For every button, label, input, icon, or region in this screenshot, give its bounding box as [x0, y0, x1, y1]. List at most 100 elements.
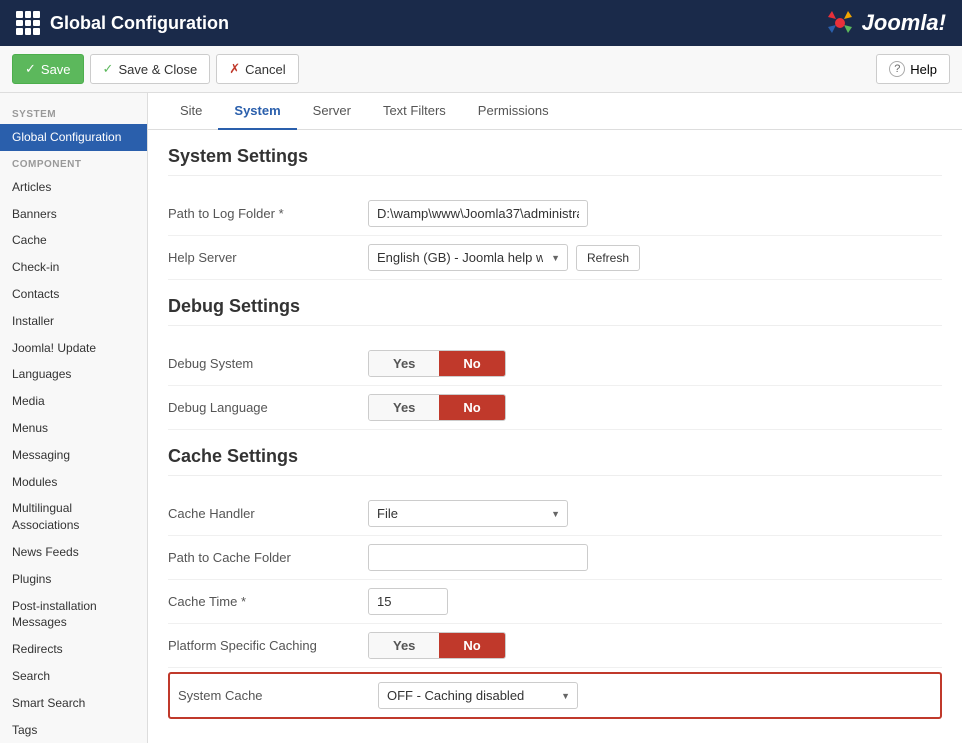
sidebar: SYSTEM Global Configuration COMPONENT Ar… — [0, 93, 148, 743]
help-server-select-wrap: English (GB) - Joomla help wiki — [368, 244, 568, 271]
joomla-text: Joomla! — [862, 10, 946, 36]
path-to-log-folder-label: Path to Log Folder * — [168, 206, 368, 221]
sidebar-item-news-feeds[interactable]: News Feeds — [0, 539, 147, 566]
help-icon: ? — [889, 61, 905, 77]
cache-handler-select-wrap: File — [368, 500, 568, 527]
sidebar-item-banners[interactable]: Banners — [0, 201, 147, 228]
platform-specific-no-btn[interactable]: No — [439, 633, 504, 658]
sidebar-item-modules[interactable]: Modules — [0, 469, 147, 496]
sidebar-item-installer[interactable]: Installer — [0, 308, 147, 335]
sidebar-item-search[interactable]: Search — [0, 663, 147, 690]
sidebar-item-post-installation-messages[interactable]: Post-installation Messages — [0, 593, 147, 637]
path-to-log-folder-row: Path to Log Folder * — [168, 192, 942, 236]
debug-system-yes-btn[interactable]: Yes — [369, 351, 439, 376]
platform-specific-wrap: Yes No — [368, 632, 942, 659]
debug-system-row: Debug System Yes No — [168, 342, 942, 386]
debug-system-toggle: Yes No — [368, 350, 506, 377]
sidebar-item-smart-search[interactable]: Smart Search — [0, 690, 147, 717]
sidebar-item-contacts[interactable]: Contacts — [0, 281, 147, 308]
sidebar-item-tags[interactable]: Tags — [0, 717, 147, 743]
sidebar-item-menus[interactable]: Menus — [0, 415, 147, 442]
debug-language-wrap: Yes No — [368, 394, 942, 421]
save-icon: ✓ — [25, 61, 36, 77]
component-section-label: COMPONENT — [0, 151, 147, 174]
sidebar-item-global-configuration[interactable]: Global Configuration — [0, 124, 147, 151]
cache-time-row: Cache Time * — [168, 580, 942, 624]
debug-system-label: Debug System — [168, 356, 368, 371]
system-cache-label: System Cache — [178, 688, 378, 703]
platform-specific-toggle: Yes No — [368, 632, 506, 659]
system-cache-wrap: OFF - Caching disabled — [378, 682, 932, 709]
refresh-button[interactable]: Refresh — [576, 245, 640, 271]
header-left: Global Configuration — [16, 11, 229, 35]
debug-language-no-btn[interactable]: No — [439, 395, 504, 420]
sidebar-item-redirects[interactable]: Redirects — [0, 636, 147, 663]
tab-server[interactable]: Server — [297, 93, 367, 130]
help-server-wrap: English (GB) - Joomla help wiki Refresh — [368, 244, 942, 271]
platform-specific-label: Platform Specific Caching — [168, 638, 368, 653]
debug-language-toggle: Yes No — [368, 394, 506, 421]
path-to-cache-folder-row: Path to Cache Folder — [168, 536, 942, 580]
debug-settings-heading: Debug Settings — [168, 296, 942, 326]
cache-handler-wrap: File — [368, 500, 942, 527]
cache-handler-row: Cache Handler File — [168, 492, 942, 536]
sidebar-item-media[interactable]: Media — [0, 388, 147, 415]
page-title: Global Configuration — [50, 13, 229, 34]
help-server-select[interactable]: English (GB) - Joomla help wiki — [368, 244, 568, 271]
content-area: Site System Server Text Filters Permissi… — [148, 93, 962, 743]
cache-time-wrap — [368, 588, 942, 615]
sidebar-item-plugins[interactable]: Plugins — [0, 566, 147, 593]
joomla-star-icon — [824, 7, 856, 39]
path-to-log-folder-input[interactable] — [368, 200, 588, 227]
save-close-label: Save & Close — [118, 62, 197, 77]
sidebar-item-messaging[interactable]: Messaging — [0, 442, 147, 469]
system-cache-select-wrap: OFF - Caching disabled — [378, 682, 578, 709]
checkmark-icon: ✓ — [103, 61, 114, 77]
sidebar-item-cache[interactable]: Cache — [0, 227, 147, 254]
sidebar-item-languages[interactable]: Languages — [0, 361, 147, 388]
joomla-logo: Joomla! — [824, 7, 946, 39]
path-to-cache-folder-input[interactable] — [368, 544, 588, 571]
save-label: Save — [41, 62, 71, 77]
help-button[interactable]: ? Help — [876, 54, 950, 84]
header: Global Configuration Joomla! — [0, 0, 962, 46]
cache-time-label: Cache Time * — [168, 594, 368, 609]
help-server-label: Help Server — [168, 250, 368, 265]
sidebar-item-multilingual-associations[interactable]: Multilingual Associations — [0, 495, 147, 539]
tab-text-filters[interactable]: Text Filters — [367, 93, 462, 130]
tab-bar: Site System Server Text Filters Permissi… — [148, 93, 962, 130]
debug-language-yes-btn[interactable]: Yes — [369, 395, 439, 420]
cancel-button[interactable]: ✗ Cancel — [216, 54, 298, 84]
tab-system[interactable]: System — [218, 93, 296, 130]
debug-language-label: Debug Language — [168, 400, 368, 415]
cache-handler-select[interactable]: File — [368, 500, 568, 527]
help-server-row: Help Server English (GB) - Joomla help w… — [168, 236, 942, 280]
debug-system-no-btn[interactable]: No — [439, 351, 504, 376]
cancel-label: Cancel — [245, 62, 285, 77]
path-to-cache-folder-label: Path to Cache Folder — [168, 550, 368, 565]
cache-time-input[interactable] — [368, 588, 448, 615]
save-close-button[interactable]: ✓ Save & Close — [90, 54, 211, 84]
debug-language-row: Debug Language Yes No — [168, 386, 942, 430]
tab-permissions[interactable]: Permissions — [462, 93, 565, 130]
cache-handler-label: Cache Handler — [168, 506, 368, 521]
main-layout: SYSTEM Global Configuration COMPONENT Ar… — [0, 93, 962, 743]
toolbar: ✓ Save ✓ Save & Close ✗ Cancel ? Help — [0, 46, 962, 93]
system-cache-row: System Cache OFF - Caching disabled — [168, 672, 942, 719]
system-settings-heading: System Settings — [168, 146, 942, 176]
system-section-label: SYSTEM — [0, 101, 147, 124]
cache-settings-heading: Cache Settings — [168, 446, 942, 476]
platform-specific-yes-btn[interactable]: Yes — [369, 633, 439, 658]
sidebar-item-check-in[interactable]: Check-in — [0, 254, 147, 281]
platform-specific-caching-row: Platform Specific Caching Yes No — [168, 624, 942, 668]
cancel-icon: ✗ — [229, 61, 240, 77]
system-cache-select[interactable]: OFF - Caching disabled — [378, 682, 578, 709]
path-to-cache-folder-wrap — [368, 544, 942, 571]
grid-icon — [16, 11, 40, 35]
debug-system-wrap: Yes No — [368, 350, 942, 377]
tab-site[interactable]: Site — [164, 93, 218, 130]
sidebar-item-joomla-update[interactable]: Joomla! Update — [0, 335, 147, 362]
sidebar-item-articles[interactable]: Articles — [0, 174, 147, 201]
save-button[interactable]: ✓ Save — [12, 54, 84, 84]
path-to-log-folder-wrap — [368, 200, 942, 227]
